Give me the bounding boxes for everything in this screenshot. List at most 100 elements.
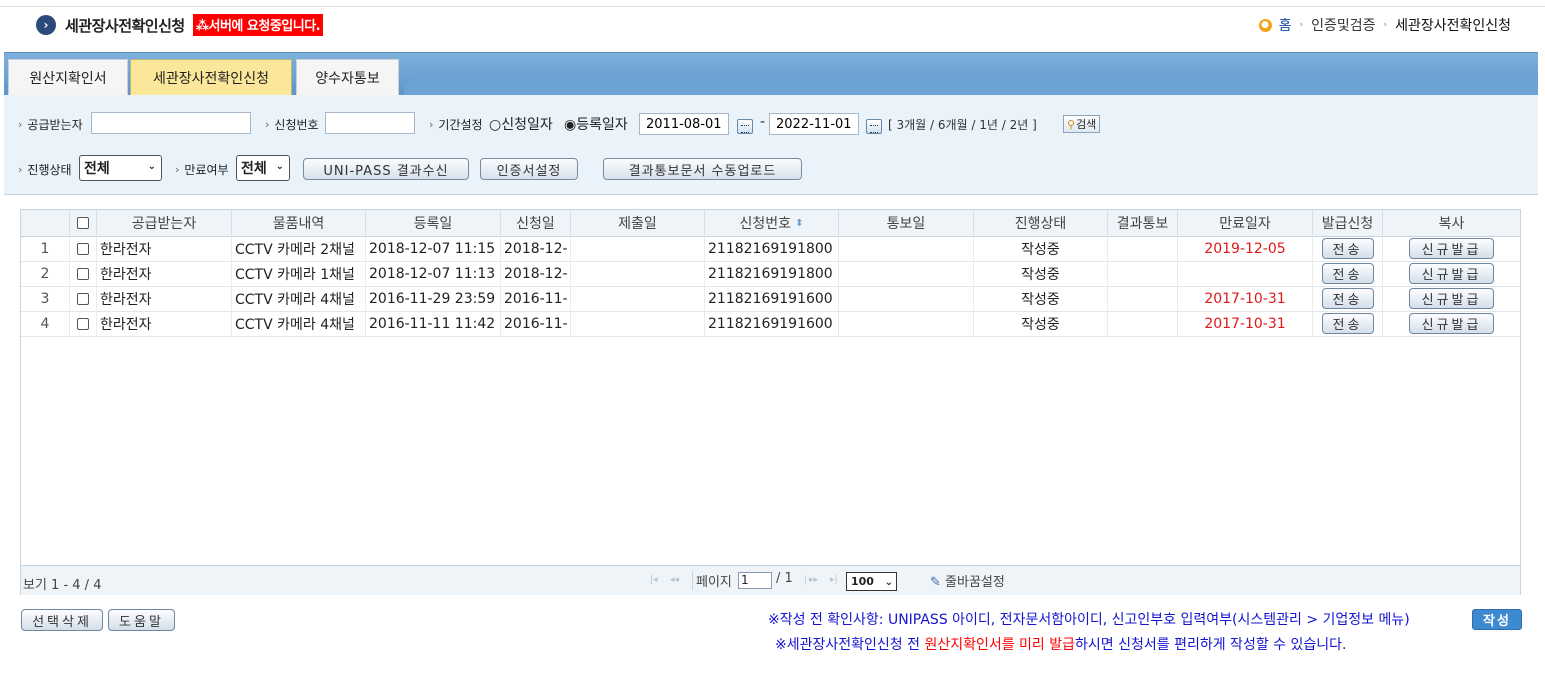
- prev-page-icon[interactable]: ◂◂: [670, 575, 679, 585]
- chevron-right-icon: ›: [36, 15, 56, 35]
- radio-apply-date[interactable]: ○신청일자: [489, 114, 553, 134]
- send-button[interactable]: 전송: [1321, 238, 1374, 259]
- cell-issue: 전송: [1313, 261, 1383, 286]
- cell-status: 작성중: [974, 286, 1108, 311]
- page-number-input[interactable]: 1: [738, 572, 772, 589]
- calendar-icon[interactable]: [866, 119, 882, 134]
- date-from-input[interactable]: [639, 113, 729, 135]
- manual-upload-button[interactable]: 결과통보문서 수동업로드: [603, 158, 802, 180]
- first-page-icon[interactable]: |◂: [650, 575, 658, 585]
- tab-customs-confirmation[interactable]: 세관장사전확인신청: [130, 59, 292, 96]
- cell-result: [1108, 236, 1178, 261]
- row-checkbox-cell: [70, 286, 97, 311]
- cell-copy: 신규발급: [1383, 236, 1520, 261]
- select-all-checkbox[interactable]: [77, 217, 89, 229]
- tab-transferee-notice[interactable]: 양수자통보: [296, 59, 399, 96]
- calendar-icon[interactable]: [737, 119, 753, 134]
- header-submit-date[interactable]: 제출일: [571, 210, 705, 236]
- delete-selected-button[interactable]: 선택삭제: [21, 609, 103, 631]
- new-issue-button[interactable]: 신규발급: [1409, 263, 1494, 284]
- header-appno-label: 신청번호: [739, 216, 792, 232]
- header-notice-date[interactable]: 통보일: [839, 210, 974, 236]
- supplier-input[interactable]: [91, 112, 251, 134]
- tab-origin-certificate[interactable]: 원산지확인서: [8, 59, 128, 96]
- header-supplier[interactable]: 공급받는자: [97, 210, 232, 236]
- cell-appno: 21182169191800: [705, 236, 839, 261]
- notice-tip-suffix: 하시면 신청서를 편리하게 작성할 수 있습니다.: [1075, 637, 1347, 653]
- header-apply-date[interactable]: 신청일: [501, 210, 571, 236]
- row-checkbox[interactable]: [77, 267, 89, 280]
- last-page-icon[interactable]: ▸|: [830, 575, 838, 585]
- row-checkbox[interactable]: [77, 242, 89, 255]
- next-page-icon[interactable]: ▸▸: [805, 575, 818, 585]
- radio-reg-date[interactable]: ◉등록일자: [564, 114, 628, 134]
- loading-text: 서버에 요청중입니다.: [208, 19, 321, 34]
- new-issue-button[interactable]: 신규발급: [1409, 238, 1494, 259]
- help-button[interactable]: 도움말: [108, 609, 175, 631]
- tab-bar: 원산지확인서 세관장사전확인신청 양수자통보: [4, 52, 1538, 96]
- search-filter-panel: 공급받는자 신청번호 기간설정 ○신청일자 ◉등록일자 - [ 3개월 / 6개…: [4, 95, 1538, 195]
- header-rownum: [21, 210, 70, 236]
- header-expiry[interactable]: 만료일자: [1178, 210, 1313, 236]
- new-issue-button[interactable]: 신규발급: [1409, 313, 1494, 334]
- cell-reg-date: 2018-12-07 11:15: [366, 236, 501, 261]
- chevron-down-icon: ⌄: [147, 161, 156, 172]
- send-button[interactable]: 전송: [1321, 313, 1374, 334]
- row-checkbox[interactable]: [77, 317, 89, 330]
- write-button[interactable]: 작성: [1472, 609, 1522, 630]
- cell-supplier: 한라전자: [97, 236, 232, 261]
- table-row[interactable]: 4 한라전자 CCTV 카메라 4채널 2016-11-11 11:42 201…: [21, 311, 1520, 337]
- cell-reg-date: 2016-11-11 11:42: [366, 311, 501, 336]
- cell-notice-date: [839, 286, 974, 311]
- row-number: 2: [21, 261, 70, 286]
- cell-issue: 전송: [1313, 286, 1383, 311]
- cell-appno: 21182169191600: [705, 286, 839, 311]
- header-item[interactable]: 물품내역: [232, 210, 366, 236]
- expiry-select[interactable]: 전체 ⌄: [236, 155, 290, 181]
- page-size-select[interactable]: 100 ⌄: [846, 572, 897, 591]
- cell-apply-date: 2018-12-: [501, 261, 571, 286]
- period-presets[interactable]: [ 3개월 / 6개월 / 1년 / 2년 ]: [888, 116, 1037, 133]
- header-reg-date[interactable]: 등록일: [366, 210, 501, 236]
- notice-prerequisite: ※작성 전 확인사항: UNIPASS 아이디, 전자문서함아이디, 신고인부호…: [768, 612, 1410, 628]
- cell-item: CCTV 카메라 4채널: [232, 286, 366, 311]
- row-number: 1: [21, 236, 70, 261]
- appno-input[interactable]: [325, 112, 415, 134]
- cell-result: [1108, 261, 1178, 286]
- table-row[interactable]: 2 한라전자 CCTV 카메라 1채널 2018-12-07 11:13 201…: [21, 261, 1520, 287]
- view-range-text: 보기 1 - 4 / 4: [23, 578, 102, 593]
- new-issue-button[interactable]: 신규발급: [1409, 288, 1494, 309]
- certificate-settings-button[interactable]: 인증서설정: [480, 158, 578, 180]
- status-label: 진행상태: [18, 161, 71, 178]
- breadcrumb-home[interactable]: 홈: [1279, 15, 1292, 35]
- magnifier-icon: ⚲: [1067, 117, 1076, 131]
- row-checkbox[interactable]: [77, 292, 89, 305]
- row-number: 3: [21, 286, 70, 311]
- header-issue: 발급신청: [1313, 210, 1383, 236]
- search-button[interactable]: ⚲ 검색: [1063, 115, 1101, 133]
- header-result[interactable]: 결과통보: [1108, 210, 1178, 236]
- results-grid: 공급받는자 물품내역 등록일 신청일 제출일 신청번호 ⬍ 통보일 진행상태 결과…: [20, 209, 1521, 595]
- page-label: 페이지: [692, 571, 732, 590]
- send-button[interactable]: 전송: [1321, 288, 1374, 309]
- breadcrumb-level1[interactable]: 인증및검증: [1311, 15, 1375, 35]
- cell-copy: 신규발급: [1383, 286, 1520, 311]
- header-status[interactable]: 진행상태: [974, 210, 1108, 236]
- send-button[interactable]: 전송: [1321, 263, 1374, 284]
- table-row[interactable]: 1 한라전자 CCTV 카메라 2채널 2018-12-07 11:15 201…: [21, 236, 1520, 262]
- header-appno[interactable]: 신청번호 ⬍: [705, 210, 839, 236]
- date-to-input[interactable]: [769, 113, 859, 135]
- row-checkbox-cell: [70, 236, 97, 261]
- expiry-select-value: 전체: [241, 161, 267, 177]
- cell-status: 작성중: [974, 236, 1108, 261]
- header-select-all: [70, 210, 97, 236]
- row-checkbox-cell: [70, 261, 97, 286]
- notice-tip-highlight: 원산지확인서를 미리 발급: [924, 637, 1076, 653]
- unipass-receive-button[interactable]: UNI-PASS 결과수신: [303, 158, 469, 180]
- cell-result: [1108, 286, 1178, 311]
- cell-submit-date: [571, 286, 705, 311]
- supplier-label: 공급받는자: [18, 116, 82, 133]
- status-select[interactable]: 전체 ⌄: [79, 155, 162, 181]
- table-row[interactable]: 3 한라전자 CCTV 카메라 4채널 2016-11-29 23:59 201…: [21, 286, 1520, 312]
- wrap-setting-link[interactable]: ✎ 줄바꿈설정: [930, 571, 1005, 590]
